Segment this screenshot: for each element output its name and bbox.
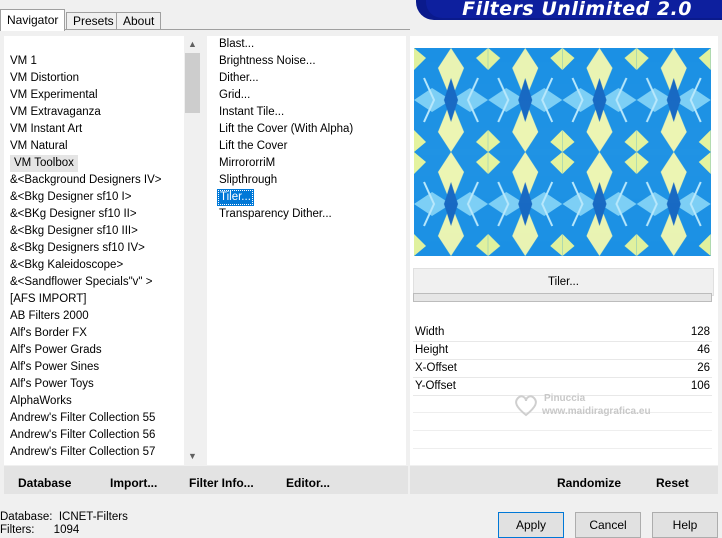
apply-button[interactable]: Apply	[498, 512, 564, 538]
database-button[interactable]: Database	[18, 466, 71, 494]
category-item[interactable]: Andrew's Filter Collection 57	[10, 444, 155, 461]
param-row[interactable]: X-Offset 26	[413, 360, 712, 378]
database-label: Database:	[0, 511, 53, 523]
tab-about[interactable]: About	[116, 12, 162, 30]
cancel-button[interactable]: Cancel	[575, 512, 641, 538]
right-toolbar: Randomize Reset	[410, 466, 718, 494]
category-item[interactable]: Alf's Power Toys	[10, 376, 94, 393]
category-item[interactable]: VM Instant Art	[10, 121, 82, 138]
filter-item[interactable]: Lift the Cover (With Alpha)	[219, 121, 353, 138]
watermark-logo-icon	[515, 395, 537, 417]
param-value[interactable]: 106	[691, 378, 710, 395]
param-value[interactable]: 26	[697, 360, 710, 377]
category-item[interactable]: VM Experimental	[10, 87, 98, 104]
filter-item[interactable]: Slipthrough	[219, 172, 277, 189]
preview-image	[414, 48, 711, 256]
filter-item[interactable]: Instant Tile...	[219, 104, 284, 121]
import-button[interactable]: Import...	[110, 466, 157, 494]
help-button[interactable]: Help	[652, 512, 718, 538]
category-item[interactable]: Alf's Power Sines	[10, 359, 99, 376]
app-banner: Filters Unlimited 2.0	[416, 0, 722, 20]
scroll-down-icon[interactable]: ▼	[184, 448, 201, 465]
empty-param-row	[413, 431, 712, 449]
category-item[interactable]: &<Background Designers IV>	[10, 172, 162, 189]
category-item[interactable]: VM Natural	[10, 138, 68, 155]
category-item[interactable]: &<Bkg Kaleidoscope>	[10, 257, 123, 274]
category-scrollbar[interactable]: ▲ ▼	[184, 36, 201, 465]
category-item[interactable]: &<Sandflower Specials"v" >	[10, 274, 152, 291]
category-item[interactable]: AB Filters 2000	[10, 308, 89, 325]
param-row[interactable]: Height 46	[413, 342, 712, 360]
progress-bar	[413, 293, 712, 302]
filter-item[interactable]: Brightness Noise...	[219, 53, 316, 70]
filter-item[interactable]: Grid...	[219, 87, 250, 104]
tab-navigator[interactable]: Navigator	[0, 9, 66, 31]
category-item[interactable]: &<Bkg Designer sf10 III>	[10, 223, 138, 240]
category-item[interactable]: Alf's Border FX	[10, 325, 87, 342]
empty-param-row	[413, 449, 712, 467]
param-label: Height	[415, 344, 449, 356]
current-filter-name: Tiler...	[413, 268, 714, 296]
watermark-name: Pinuccia	[544, 393, 586, 404]
category-item[interactable]: VM 1	[10, 53, 37, 70]
category-item[interactable]: &<BKg Designer sf10 II>	[10, 206, 137, 223]
filter-info-button[interactable]: Filter Info...	[189, 466, 254, 494]
category-item[interactable]: Andrew's Filter Collection 55	[10, 410, 155, 427]
filters-label: Filters:	[0, 524, 35, 536]
category-item[interactable]: [AFS IMPORT]	[10, 291, 86, 308]
tab-presets[interactable]: Presets	[66, 12, 121, 30]
filters-count: 1094	[53, 524, 80, 536]
left-toolbar: Database Import... Filter Info... Editor…	[4, 466, 408, 494]
category-item[interactable]: VM Toolbox	[10, 155, 78, 172]
category-item[interactable]: Alf's Power Grads	[10, 342, 102, 359]
param-row[interactable]: Width 128	[413, 324, 712, 342]
filter-item[interactable]: Blast...	[219, 36, 254, 53]
category-list[interactable]: VM 1 VM Distortion VM Experimental VM Extra…	[4, 36, 201, 465]
category-item[interactable]: AlphaWorks	[10, 393, 72, 410]
category-item[interactable]: &<Bkg Designers sf10 IV>	[10, 240, 145, 257]
scroll-up-icon[interactable]: ▲	[184, 36, 201, 53]
param-label: Width	[415, 326, 445, 338]
filter-item[interactable]: Lift the Cover	[219, 138, 287, 155]
editor-button[interactable]: Editor...	[286, 466, 330, 494]
filter-list[interactable]: Blast... Brightness Noise... Dither... Grid…	[207, 36, 406, 465]
category-item[interactable]: VM Distortion	[10, 70, 79, 87]
param-label: Y-Offset	[415, 380, 456, 392]
database-value: ICNET-Filters	[58, 511, 128, 523]
category-item[interactable]: &<Bkg Designer sf10 I>	[10, 189, 131, 206]
randomize-button[interactable]: Randomize	[557, 466, 621, 494]
reset-button[interactable]: Reset	[656, 466, 689, 494]
param-value[interactable]: 46	[697, 342, 710, 359]
watermark-url: www.maidiragrafica.eu	[542, 406, 651, 417]
filter-item[interactable]: MirrororriM	[219, 155, 275, 172]
category-item[interactable]: Andrew's Filter Collection 56	[10, 427, 155, 444]
category-item[interactable]: VM Extravaganza	[10, 104, 101, 121]
status-area: Database: ICNET-Filters Filters: 1094	[0, 511, 128, 537]
filter-item[interactable]: Transparency Dither...	[219, 206, 332, 223]
app-title: Filters Unlimited 2.0	[462, 0, 692, 20]
scroll-thumb[interactable]	[185, 53, 200, 113]
param-label: X-Offset	[415, 362, 457, 374]
param-value[interactable]: 128	[691, 324, 710, 341]
filter-item[interactable]: Tiler...	[217, 189, 254, 206]
filter-item[interactable]: Dither...	[219, 70, 259, 87]
